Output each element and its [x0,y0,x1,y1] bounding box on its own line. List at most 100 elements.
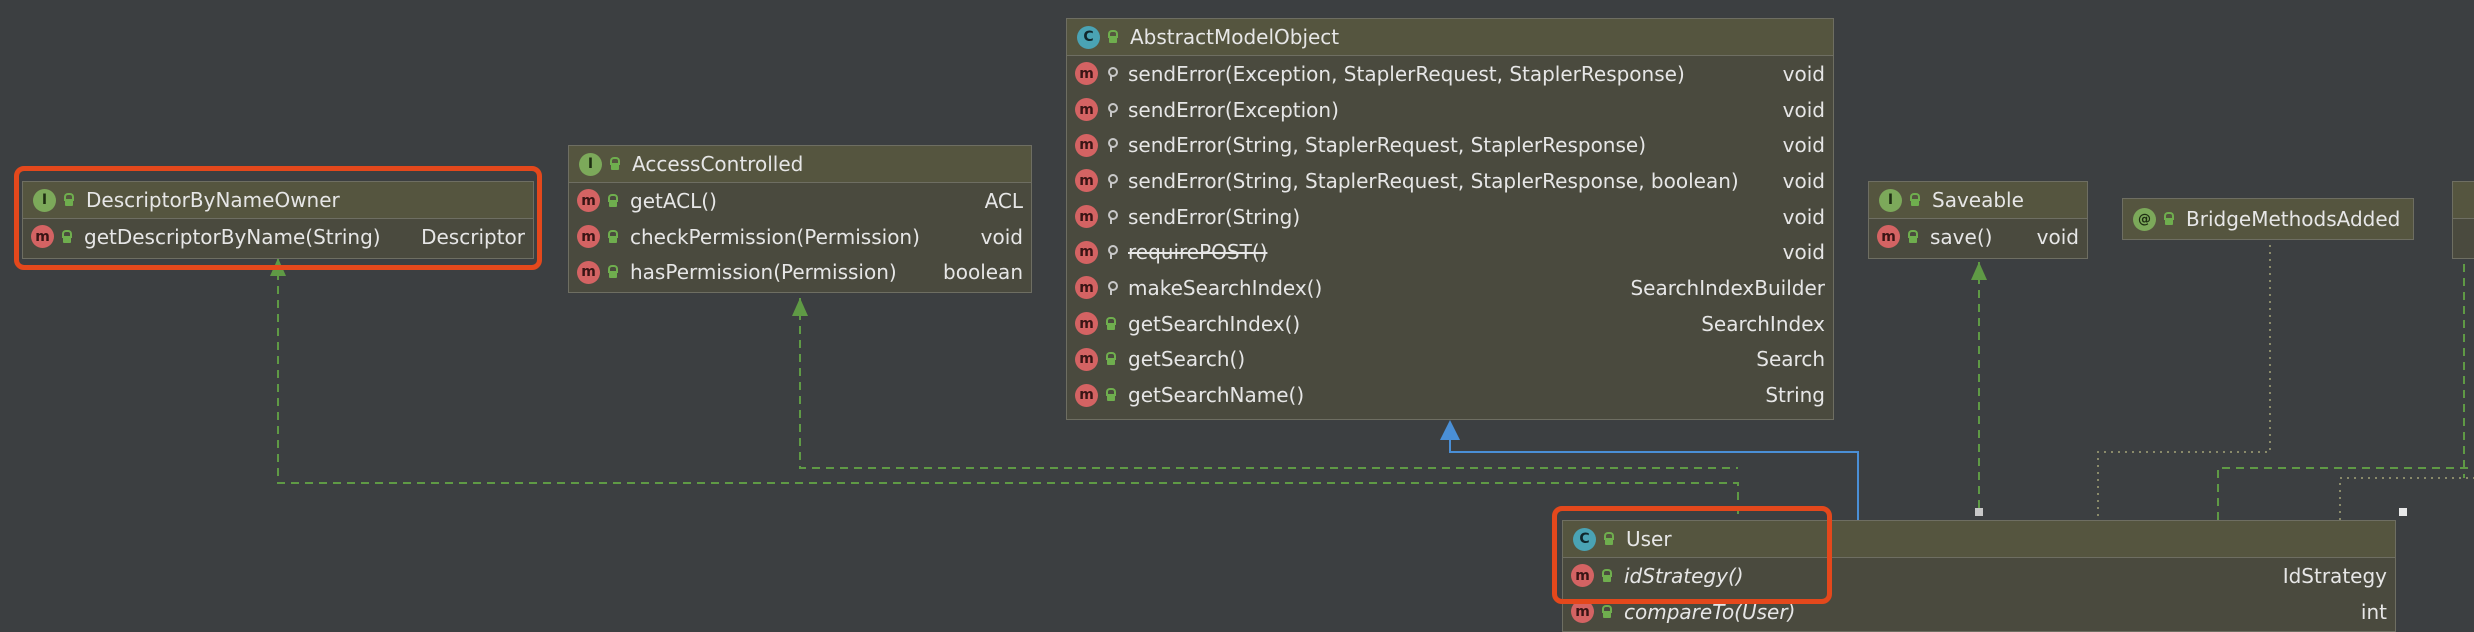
interface-icon: I [579,152,602,176]
return-type: void [1782,61,1825,86]
return-type: void [980,224,1023,249]
method-icon: m [1075,383,1098,407]
node-title: AccessControlled [632,152,804,176]
node-offscreen-partial[interactable] [2452,181,2474,259]
realization-line-offscreen [2217,467,2474,520]
method-name: sendError(String) [1128,204,1301,229]
protected-visibility-icon [1104,66,1118,81]
return-type: void [1782,97,1825,122]
method-name: makeSearchIndex() [1128,275,1323,300]
highlight-box-descriptor-owner [14,166,542,270]
method-icon: m [1075,240,1098,264]
method-row-deprecated[interactable]: m requirePOST() void [1067,234,1833,270]
junction-right [2399,508,2407,516]
public-lock-icon [606,265,620,279]
method-name: getSearchName() [1128,383,1305,408]
public-lock-icon [1908,193,1922,207]
method-name: getSearchIndex() [1128,311,1301,336]
node-saveable[interactable]: I Saveable m save() void [1868,181,2088,259]
return-type: void [1782,240,1825,265]
method-row[interactable]: m sendError(String, StaplerRequest, Stap… [1067,163,1833,199]
method-row[interactable]: m getSearchIndex() SearchIndex [1067,306,1833,342]
method-icon: m [1075,312,1098,336]
method-name: save() [1930,224,1993,249]
method-icon: m [1877,225,1900,249]
interface-icon: I [1879,188,1902,212]
method-row[interactable]: m getACL() ACL [569,183,1031,219]
method-icon: m [1075,133,1098,157]
method-icon: m [577,260,600,284]
public-lock-icon [1104,316,1118,331]
public-lock-icon [2162,212,2176,226]
protected-visibility-icon [1104,209,1118,224]
method-name: requirePOST() [1128,240,1268,265]
method-row[interactable]: m sendError(Exception, StaplerRequest, S… [1067,56,1833,92]
method-name: checkPermission(Permission) [630,224,920,249]
method-name: sendError(Exception) [1128,97,1339,122]
method-icon: m [1075,276,1098,300]
method-row[interactable]: m getSearch() Search [1067,342,1833,378]
return-type: boolean [943,260,1023,285]
method-icon: m [1075,98,1098,122]
protected-visibility-icon [1104,138,1118,153]
return-type: String [1765,383,1825,408]
protected-visibility-icon [1104,280,1118,295]
node-title: AbstractModelObject [1130,25,1340,49]
method-row[interactable]: m save() void [1869,219,2087,255]
node-header: I Saveable [1869,182,2087,219]
method-icon: m [577,225,600,249]
method-row[interactable]: m checkPermission(Permission) void [569,219,1031,255]
return-type: void [2036,224,2079,249]
method-row[interactable]: m hasPermission(Permission) boolean [569,254,1031,290]
method-name: sendError(Exception, StaplerRequest, Sta… [1128,61,1685,86]
method-name: getACL() [630,188,717,213]
protected-visibility-icon [1104,173,1118,188]
abstract-class-icon: C [1077,25,1100,49]
node-header: @ BridgeMethodsAdded [2123,199,2413,239]
method-row[interactable]: m sendError(String) void [1067,199,1833,235]
return-type: int [2360,599,2387,624]
method-icon: m [1075,347,1098,371]
node-header: C AbstractModelObject [1067,19,1833,56]
method-row[interactable]: m sendError(Exception) void [1067,92,1833,128]
public-lock-icon [1906,229,1920,244]
node-bridge-methods-added[interactable]: @ BridgeMethodsAdded [2122,198,2414,240]
highlight-box-user [1552,506,1832,604]
public-lock-icon [1104,352,1118,366]
arrowhead-access-controlled [792,298,808,316]
public-lock-icon [1600,604,1614,619]
public-lock-icon [606,193,620,208]
junction-saveable [1975,508,1983,516]
node-title: BridgeMethodsAdded [2186,207,2401,231]
method-icon: m [1075,169,1098,193]
return-type: void [1782,168,1825,193]
return-type: SearchIndexBuilder [1630,275,1825,300]
method-name: sendError(String, StaplerRequest, Staple… [1128,133,1647,158]
method-name: getSearch() [1128,347,1246,372]
return-type: void [1782,133,1825,158]
public-lock-icon [606,229,620,244]
public-lock-icon [1104,388,1118,402]
method-row[interactable]: m getSearchName() String [1067,377,1833,413]
return-type: Search [1756,347,1825,372]
arrowhead-saveable [1971,262,1987,280]
arrowhead-abstract-model-object [1440,420,1460,440]
method-icon: m [577,189,600,213]
public-lock-icon [608,157,622,171]
return-type: void [1782,204,1825,229]
node-access-controlled[interactable]: I AccessControlled m getACL() ACL m chec… [568,145,1032,293]
method-row[interactable]: m makeSearchIndex() SearchIndexBuilder [1067,270,1833,306]
return-type: SearchIndex [1701,311,1825,336]
method-name: sendError(String, StaplerRequest, Staple… [1128,168,1739,193]
node-abstract-model-object[interactable]: C AbstractModelObject m sendError(Except… [1066,18,1834,420]
method-row[interactable]: m sendError(String, StaplerRequest, Stap… [1067,127,1833,163]
node-header [2453,182,2474,219]
public-lock-icon [1106,30,1120,44]
annotation-icon: @ [2133,207,2156,231]
method-name: hasPermission(Permission) [630,260,897,285]
protected-visibility-icon [1104,245,1118,260]
method-icon: m [1075,62,1098,86]
node-title: Saveable [1932,188,2024,212]
node-header: I AccessControlled [569,146,1031,183]
method-icon: m [1075,205,1098,229]
